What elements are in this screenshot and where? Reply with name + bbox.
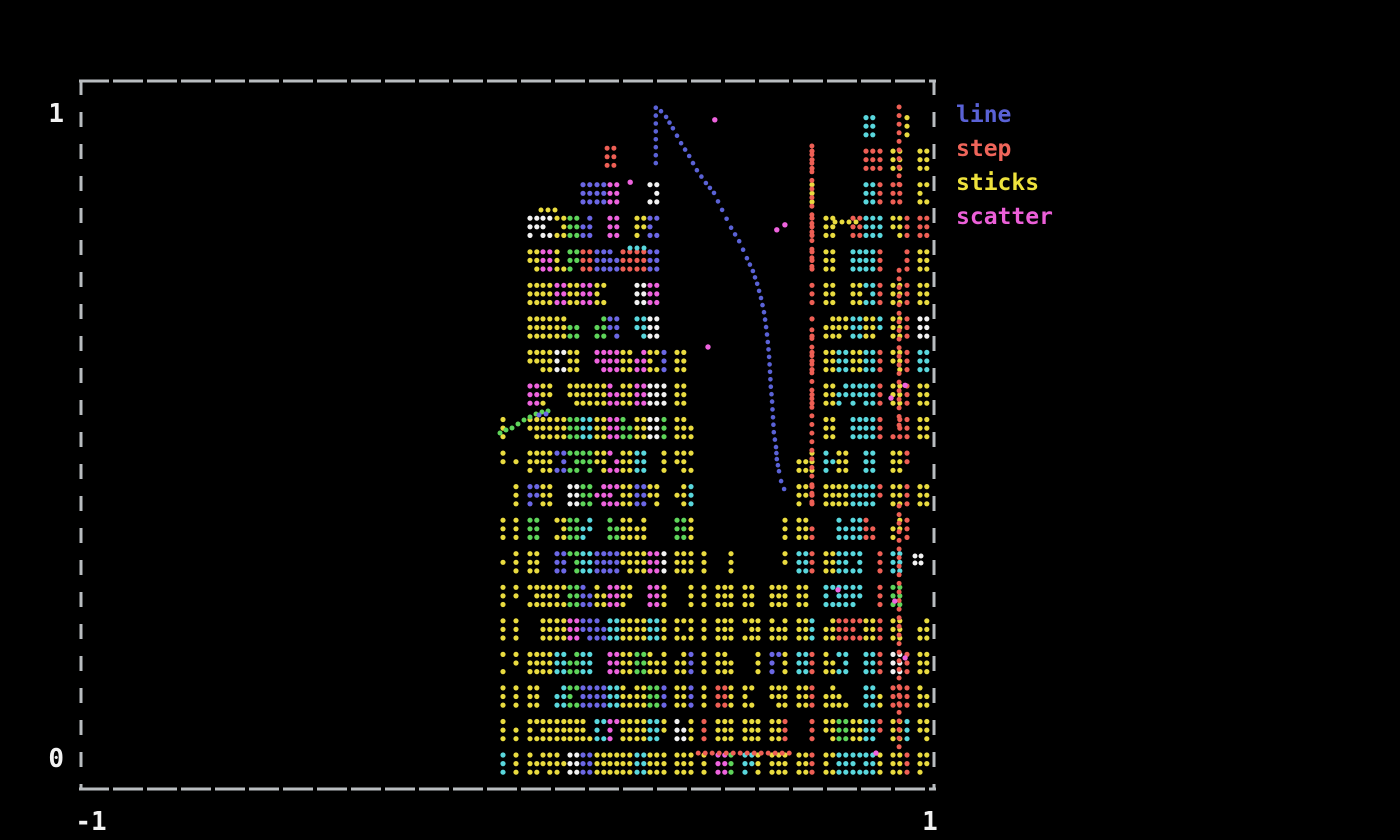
legend-item-line: line — [956, 99, 1053, 133]
terminal-plot: 1 0 -1 1 line step sticks scatter — [0, 0, 1400, 840]
legend: line step sticks scatter — [956, 99, 1053, 235]
y-axis-tick-bottom: 0 — [28, 745, 64, 773]
legend-item-sticks: sticks — [956, 167, 1053, 201]
x-axis-tick-right: 1 — [906, 808, 954, 836]
plot-canvas — [0, 0, 1400, 840]
x-axis-tick-left: -1 — [67, 808, 115, 836]
legend-item-scatter: scatter — [956, 201, 1053, 235]
legend-item-step: step — [956, 133, 1053, 167]
y-axis-tick-top: 1 — [28, 100, 64, 128]
